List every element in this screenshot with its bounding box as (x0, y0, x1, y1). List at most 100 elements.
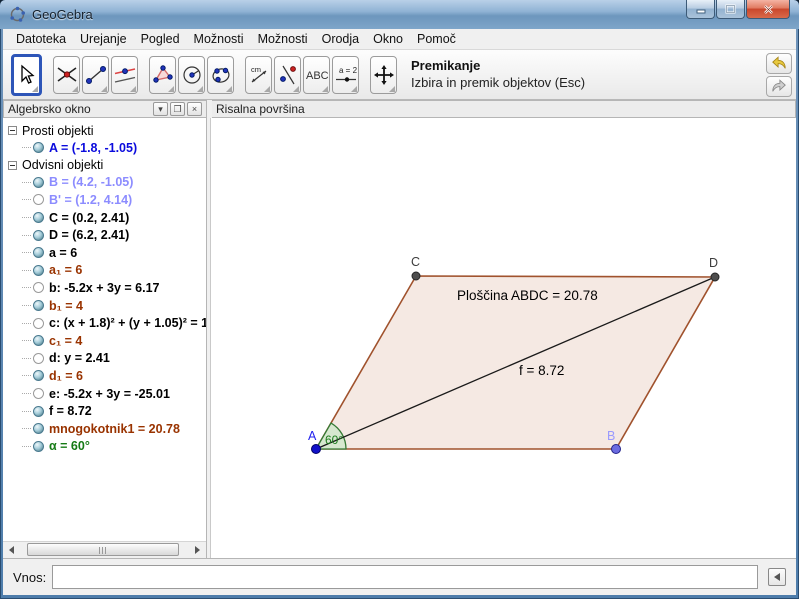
algebra-item[interactable]: f = 8.72 (8, 402, 206, 420)
object-definition: b₁ = 4 (49, 299, 83, 313)
scrollbar-thumb[interactable] (27, 543, 179, 556)
svg-text:cm: cm (251, 65, 261, 74)
algebra-close-button[interactable]: × (187, 102, 202, 116)
tool-mirror-button[interactable] (274, 56, 301, 94)
menu-item-okno[interactable]: Okno (366, 30, 410, 48)
algebra-horizontal-scrollbar[interactable] (3, 541, 206, 558)
algebra-item[interactable]: C = (0.2, 2.41) (8, 209, 206, 227)
object-visibility-icon[interactable] (33, 265, 44, 276)
toolbar-buttons: cm ABCa = 2 (11, 54, 399, 96)
object-definition: c₁ = 4 (49, 334, 82, 348)
algebra-item[interactable]: c: (x + 1.8)² + (y + 1.05)² = 16 (8, 314, 206, 332)
algebra-item[interactable]: b₁ = 4 (8, 297, 206, 315)
window-title: GeoGebra (32, 7, 93, 22)
maximize-button[interactable] (716, 0, 745, 19)
object-visibility-icon[interactable] (33, 282, 44, 293)
algebra-menu-button[interactable]: ▾ (153, 102, 168, 116)
algebra-item[interactable]: B = (4.2, -1.05) (8, 174, 206, 192)
tool-parallel-line-button[interactable] (111, 56, 138, 94)
object-visibility-icon[interactable] (33, 353, 44, 364)
point-A[interactable] (312, 445, 321, 454)
tool-dropdown-arrow-icon (389, 86, 395, 92)
input-label: Vnos: (13, 570, 46, 585)
object-visibility-icon[interactable] (33, 318, 44, 329)
minimize-button[interactable] (686, 0, 715, 19)
algebra-item[interactable]: b: -5.2x + 3y = 6.17 (8, 279, 206, 297)
scroll-left-button[interactable] (3, 542, 20, 558)
point-C[interactable] (412, 272, 420, 280)
menu-item-pogled[interactable]: Pogled (134, 30, 187, 48)
tree-connector (22, 358, 31, 359)
drawing-pad[interactable]: ABCDPloščina ABDC = 20.78f = 8.7260° (211, 118, 796, 558)
menu-item-moz-nosti[interactable]: Možnosti (251, 30, 315, 48)
algebra-item[interactable]: a₁ = 6 (8, 262, 206, 280)
algebra-item[interactable]: d: y = 2.41 (8, 350, 206, 368)
scroll-right-button[interactable] (189, 542, 206, 558)
menu-item-moz-nosti[interactable]: Možnosti (187, 30, 251, 48)
collapse-icon[interactable] (8, 126, 17, 135)
object-visibility-icon[interactable] (33, 441, 44, 452)
algebra-item[interactable]: D = (6.2, 2.41) (8, 226, 206, 244)
diagonal-label: f = 8.72 (519, 363, 564, 378)
object-visibility-icon[interactable] (33, 423, 44, 434)
close-button[interactable] (746, 0, 790, 19)
algebra-item[interactable]: B' = (1.2, 4.14) (8, 191, 206, 209)
object-visibility-icon[interactable] (33, 335, 44, 346)
object-visibility-icon[interactable] (33, 406, 44, 417)
object-visibility-icon[interactable] (33, 300, 44, 311)
undo-icon (770, 55, 788, 71)
minimize-icon (696, 5, 706, 14)
tool-intersect-point-button[interactable] (53, 56, 80, 94)
algebra-item[interactable]: d₁ = 6 (8, 367, 206, 385)
title-bar[interactable]: GeoGebra (0, 0, 799, 29)
object-visibility-icon[interactable] (33, 212, 44, 223)
undo-button[interactable] (766, 53, 792, 74)
point-B[interactable] (612, 445, 621, 454)
algebra-item[interactable]: α = 60° (8, 438, 206, 456)
command-input[interactable] (52, 565, 758, 589)
active-mode-title: Premikanje (411, 58, 585, 74)
algebra-item[interactable]: c₁ = 4 (8, 332, 206, 350)
tool-move-cursor-button[interactable] (11, 54, 42, 96)
object-visibility-icon[interactable] (33, 230, 44, 241)
object-visibility-icon[interactable] (33, 247, 44, 258)
object-visibility-icon[interactable] (33, 370, 44, 381)
menu-item-datoteka[interactable]: Datoteka (9, 30, 73, 48)
tool-polygon-button[interactable] (149, 56, 176, 94)
object-visibility-icon[interactable] (33, 142, 44, 153)
redo-button[interactable] (766, 76, 792, 97)
menu-item-urejanje[interactable]: Urejanje (73, 30, 134, 48)
algebra-item[interactable]: e: -5.2x + 3y = -25.01 (8, 385, 206, 403)
menu-item-pomoc[interactable]: Pomoč (410, 30, 463, 48)
tool-dropdown-arrow-icon (322, 86, 328, 92)
algebra-item[interactable]: mnogokotnik1 = 20.78 (8, 420, 206, 438)
tree-connector (22, 217, 31, 218)
point-D[interactable] (711, 273, 719, 281)
tool-circle-center-point-button[interactable] (178, 56, 205, 94)
tool-segment-button[interactable] (82, 56, 109, 94)
object-visibility-icon[interactable] (33, 388, 44, 399)
input-help-toggle-button[interactable] (768, 568, 786, 586)
collapse-icon[interactable] (8, 161, 17, 170)
tree-connector (22, 235, 31, 236)
text-abc-icon: ABC (304, 64, 329, 86)
algebra-item[interactable]: a = 6 (8, 244, 206, 262)
algebra-restore-button[interactable]: ❐ (170, 102, 185, 116)
area-label: Ploščina ABDC = 20.78 (457, 288, 598, 303)
algebra-tree: Prosti objektiA = (-1.8, -1.05)Odvisni o… (3, 118, 206, 541)
tree-connector (22, 428, 31, 429)
menu-item-orodja[interactable]: Orodja (315, 30, 367, 48)
tool-ellipse-button[interactable] (207, 56, 234, 94)
tool-slider-button[interactable]: a = 2 (332, 56, 359, 94)
point-label-D: D (709, 256, 718, 270)
tool-move-view-button[interactable] (370, 56, 397, 94)
tool-distance-cm-button[interactable]: cm (245, 56, 272, 94)
tool-dropdown-arrow-icon (226, 86, 232, 92)
object-definition: c: (x + 1.8)² + (y + 1.05)² = 16 (49, 316, 206, 330)
object-visibility-icon[interactable] (33, 194, 44, 205)
object-visibility-icon[interactable] (33, 177, 44, 188)
tree-connector (22, 270, 31, 271)
tool-text-abc-button[interactable]: ABC (303, 56, 330, 94)
scrollbar-track[interactable] (20, 542, 189, 558)
algebra-item[interactable]: A = (-1.8, -1.05) (8, 139, 206, 157)
